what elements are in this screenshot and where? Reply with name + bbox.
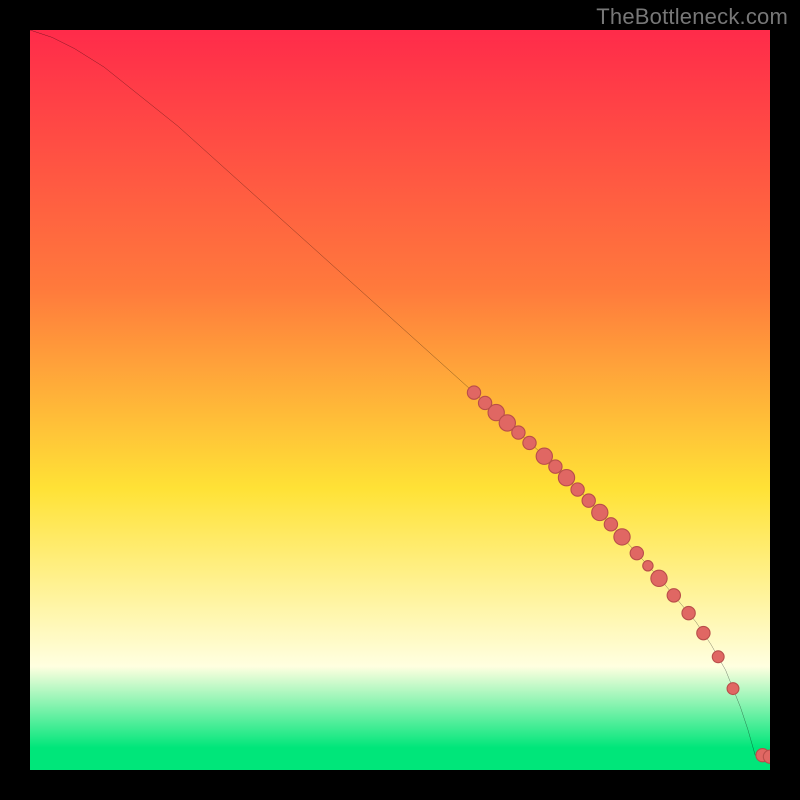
chart-svg	[30, 30, 770, 770]
data-point	[712, 651, 724, 663]
data-point	[643, 561, 653, 571]
data-point	[630, 547, 643, 560]
data-point	[512, 426, 525, 439]
data-point	[614, 529, 630, 545]
data-point	[571, 483, 584, 496]
data-point	[582, 494, 595, 507]
gradient-background	[30, 30, 770, 770]
chart-stage: TheBottleneck.com	[0, 0, 800, 800]
data-point	[604, 518, 617, 531]
data-point	[549, 460, 562, 473]
data-point	[651, 570, 667, 586]
data-point	[682, 606, 695, 619]
data-point	[558, 470, 574, 486]
data-point	[727, 683, 739, 695]
chart-plot-area	[30, 30, 770, 770]
data-point	[667, 589, 680, 602]
data-point	[467, 386, 480, 399]
watermark-text: TheBottleneck.com	[596, 4, 788, 30]
data-point	[523, 436, 536, 449]
data-point	[697, 626, 710, 639]
data-point	[592, 504, 608, 520]
